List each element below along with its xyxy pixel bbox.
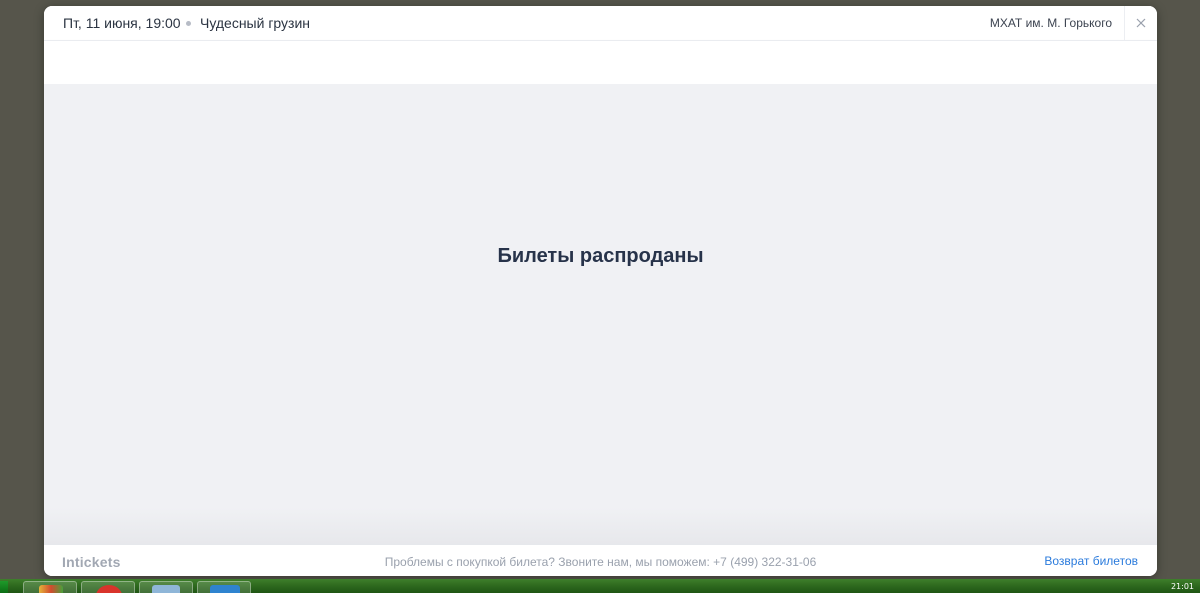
ticket-modal: Пт, 11 июня, 19:00 Чудесный грузин МХАТ …	[44, 6, 1157, 576]
taskbar-app-explorer[interactable]	[23, 581, 77, 593]
dot-separator-icon	[186, 21, 191, 26]
support-text: Проблемы с покупкой билета? Звоните нам,…	[384, 555, 817, 569]
venue-name: МХАТ им. М. Горького	[989, 16, 1112, 30]
taskbar-app-window-2[interactable]	[197, 581, 251, 593]
return-tickets-link[interactable]: Возврат билетов	[1044, 554, 1138, 568]
taskbar-clock[interactable]: 21:01	[1171, 582, 1194, 591]
taskbar-app-window[interactable]	[139, 581, 193, 593]
event-title: Чудесный грузин	[200, 15, 311, 31]
close-icon	[1136, 18, 1146, 28]
taskbar-app-browser[interactable]	[81, 581, 135, 593]
modal-header: Пт, 11 июня, 19:00 Чудесный грузин МХАТ …	[44, 6, 1157, 41]
window-icon	[152, 585, 180, 593]
subheader-bar	[44, 41, 1157, 84]
folder-icon	[39, 585, 63, 593]
taskbar: 21:01	[0, 579, 1200, 593]
close-button[interactable]	[1124, 6, 1157, 40]
event-date: Пт, 11 июня, 19:00	[63, 15, 181, 31]
start-button[interactable]	[0, 581, 8, 593]
sold-out-message: Билеты распроданы	[497, 245, 704, 267]
content-area: Билеты распроданы	[44, 84, 1157, 544]
window-icon	[210, 585, 240, 593]
modal-footer: Intickets Проблемы с покупкой билета? Зв…	[44, 544, 1157, 576]
browser-icon	[96, 585, 122, 593]
